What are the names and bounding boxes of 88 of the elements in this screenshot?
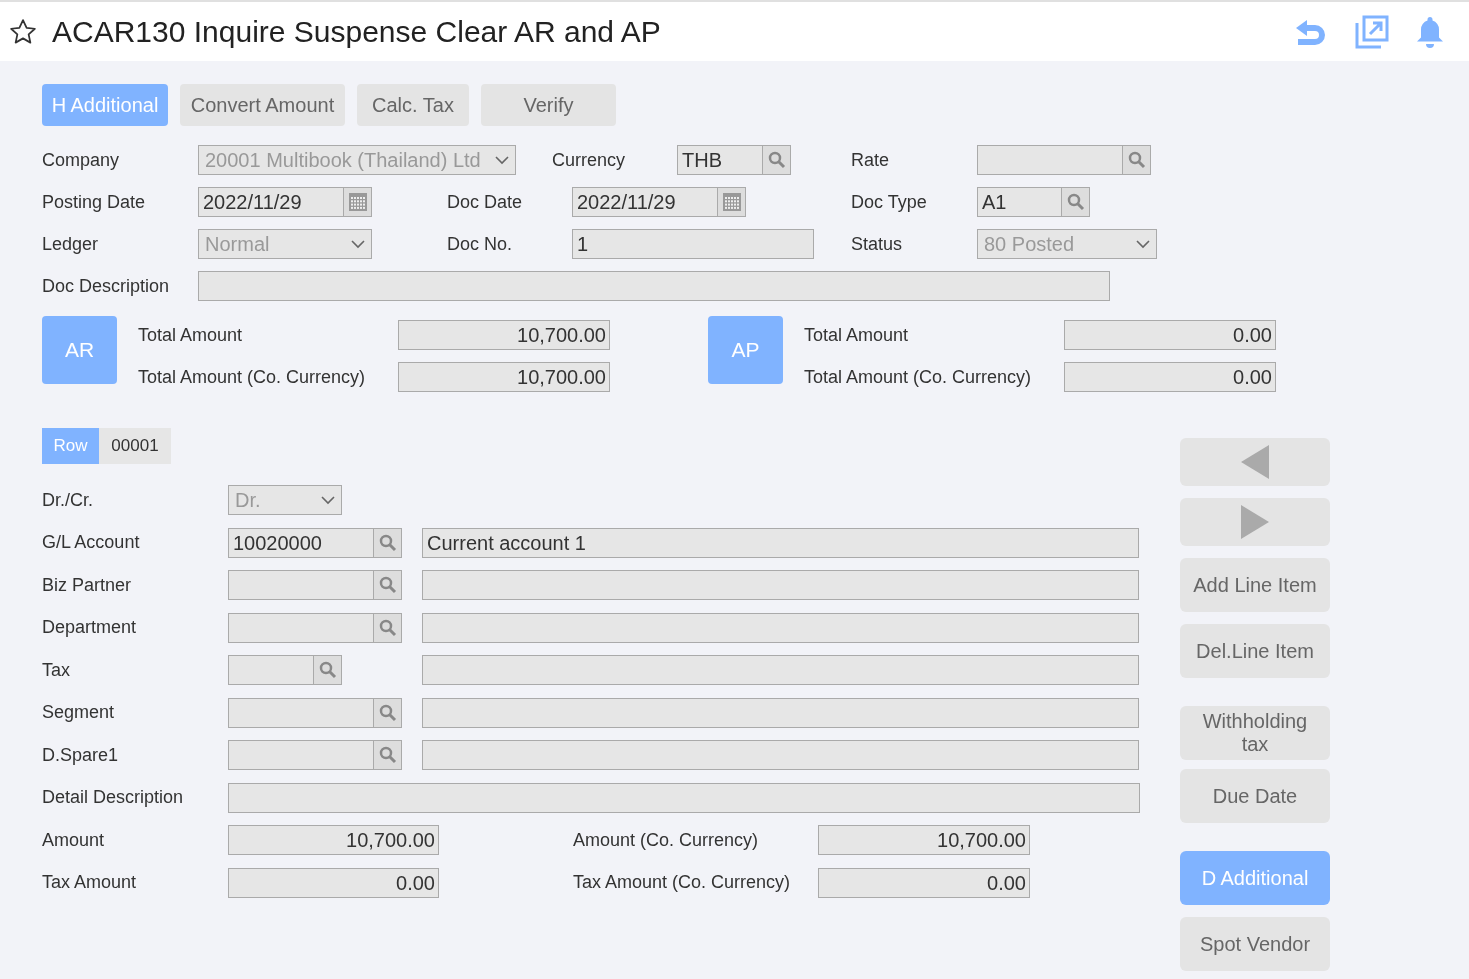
bell-icon[interactable] bbox=[1415, 14, 1445, 49]
field-label: Doc Type bbox=[851, 190, 928, 214]
page-title: ACAR130 Inquire Suspense Clear AR and AP bbox=[52, 14, 661, 50]
section-badge: AP bbox=[708, 316, 783, 384]
field-label: Tax Amount bbox=[42, 871, 138, 895]
row-number: 00001 bbox=[99, 428, 171, 464]
amount-field[interactable]: 0.00 bbox=[228, 867, 439, 898]
previous-button[interactable] bbox=[1180, 438, 1330, 486]
lookup-field[interactable] bbox=[228, 655, 342, 686]
field-label: Amount bbox=[42, 828, 106, 852]
calendar-icon[interactable] bbox=[721, 192, 742, 212]
side-button[interactable]: Due Date bbox=[1180, 769, 1330, 823]
toolbar-button[interactable]: Convert Amount bbox=[180, 84, 345, 126]
description-field[interactable] bbox=[422, 655, 1139, 686]
field-label: Tax bbox=[42, 658, 71, 682]
field-label: Doc Date bbox=[447, 190, 524, 214]
search-icon[interactable] bbox=[1066, 193, 1085, 211]
caret-icon bbox=[495, 155, 509, 165]
field-label: Department bbox=[42, 616, 138, 640]
caret-icon bbox=[351, 239, 365, 249]
description-field[interactable] bbox=[422, 570, 1139, 601]
amount-field[interactable]: 10,700.00 bbox=[228, 825, 439, 856]
left-triangle-icon bbox=[1241, 445, 1269, 479]
section-badge: AR bbox=[42, 316, 117, 384]
search-icon[interactable] bbox=[318, 661, 337, 680]
search-icon[interactable] bbox=[378, 576, 397, 595]
field-label: Company bbox=[42, 148, 121, 172]
next-button[interactable] bbox=[1180, 498, 1330, 546]
amount-field[interactable]: 10,700.00 bbox=[398, 320, 610, 350]
description-field[interactable] bbox=[422, 697, 1139, 728]
side-button[interactable]: Del.Line Item bbox=[1180, 624, 1330, 678]
field-label: G/L Account bbox=[42, 531, 141, 555]
search-icon[interactable] bbox=[378, 533, 397, 552]
description-field[interactable] bbox=[422, 612, 1139, 643]
field-label: Currency bbox=[552, 148, 627, 172]
field-label: Detail Description bbox=[42, 786, 185, 810]
field-label: Status bbox=[851, 232, 904, 256]
field-label: Dr./Cr. bbox=[42, 488, 94, 512]
field-label: Tax Amount (Co. Currency) bbox=[573, 871, 792, 895]
field-label: Biz Partner bbox=[42, 573, 133, 597]
side-button[interactable]: Withholding tax bbox=[1180, 706, 1330, 760]
description-field[interactable]: Current account 1 bbox=[422, 527, 1139, 558]
field-label: Total Amount (Co. Currency) bbox=[138, 365, 367, 389]
field-label: Total Amount bbox=[138, 323, 244, 347]
amount-field[interactable]: 0.00 bbox=[818, 867, 1030, 898]
lookup-field[interactable] bbox=[228, 570, 402, 601]
field-label: Ledger bbox=[42, 232, 100, 256]
date-field[interactable]: 2022/11/29 bbox=[198, 187, 372, 217]
search-icon[interactable] bbox=[1127, 151, 1146, 169]
search-icon[interactable] bbox=[378, 618, 397, 637]
field-label: Amount (Co. Currency) bbox=[573, 828, 760, 852]
amount-field[interactable]: 0.00 bbox=[1064, 362, 1276, 392]
field-label: Total Amount (Co. Currency) bbox=[804, 365, 1033, 389]
field-label: Doc No. bbox=[447, 232, 514, 256]
description-field[interactable] bbox=[422, 740, 1139, 771]
lookup-field[interactable] bbox=[228, 740, 402, 771]
right-triangle-icon bbox=[1241, 505, 1269, 539]
lookup-field[interactable]: A1 bbox=[977, 187, 1090, 217]
date-field[interactable]: 2022/11/29 bbox=[572, 187, 746, 217]
calendar-icon[interactable] bbox=[347, 192, 368, 212]
search-icon[interactable] bbox=[767, 151, 786, 169]
search-icon[interactable] bbox=[378, 746, 397, 765]
star-icon[interactable] bbox=[8, 16, 38, 47]
field-label: Rate bbox=[851, 148, 891, 172]
toolbar-button[interactable]: Verify bbox=[481, 84, 616, 126]
text-field[interactable] bbox=[228, 782, 1140, 813]
amount-field[interactable]: 10,700.00 bbox=[818, 825, 1030, 856]
field-label: Segment bbox=[42, 701, 116, 725]
toolbar-button[interactable]: Calc. Tax bbox=[357, 84, 469, 126]
text-field[interactable]: 1 bbox=[572, 229, 814, 259]
field-label: Doc Description bbox=[42, 274, 171, 298]
field-label: Total Amount bbox=[804, 323, 910, 347]
lookup-field[interactable]: 10020000 bbox=[228, 527, 402, 558]
side-button[interactable]: Add Line Item bbox=[1180, 558, 1330, 612]
caret-icon bbox=[321, 495, 335, 505]
amount-field[interactable]: 10,700.00 bbox=[398, 362, 610, 392]
search-icon[interactable] bbox=[378, 703, 397, 722]
open-external-icon[interactable] bbox=[1355, 14, 1389, 49]
lookup-field[interactable]: THB bbox=[677, 145, 791, 175]
side-button[interactable]: Spot Vendor bbox=[1180, 917, 1330, 971]
field-label: D.Spare1 bbox=[42, 743, 120, 767]
lookup-field[interactable] bbox=[977, 145, 1151, 175]
field-label: Posting Date bbox=[42, 190, 147, 214]
amount-field[interactable]: 0.00 bbox=[1064, 320, 1276, 350]
text-field[interactable] bbox=[198, 271, 1110, 301]
lookup-field[interactable] bbox=[228, 697, 402, 728]
lookup-field[interactable] bbox=[228, 612, 402, 643]
caret-icon bbox=[1136, 239, 1150, 249]
